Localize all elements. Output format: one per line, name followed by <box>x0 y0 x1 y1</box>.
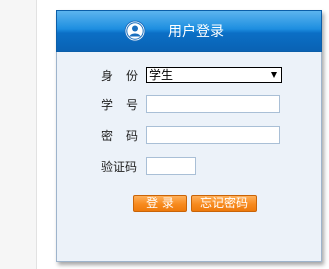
login-panel: 用户登录 身份 学生 学号 密码 验证码 登 录 忘记密码 <box>56 10 322 262</box>
captcha-label: 验证码 <box>101 159 138 174</box>
page: 用户登录 身份 学生 学号 密码 验证码 登 录 忘记密码 <box>0 0 329 269</box>
user-circle-icon <box>124 20 146 42</box>
password-input[interactable] <box>146 126 280 144</box>
chevron-down-icon <box>271 72 277 78</box>
student-id-input[interactable] <box>146 95 280 113</box>
left-sidebar-strip <box>0 0 37 269</box>
identity-label: 身份 <box>101 68 152 83</box>
identity-select[interactable]: 学生 <box>146 67 282 83</box>
login-button[interactable]: 登 录 <box>133 195 187 212</box>
login-title: 用户登录 <box>168 24 224 40</box>
identity-select-value: 学生 <box>149 68 174 82</box>
login-header: 用户登录 <box>56 10 322 52</box>
student-id-label: 学号 <box>101 97 152 112</box>
password-label: 密码 <box>101 128 152 143</box>
captcha-input[interactable] <box>146 157 196 175</box>
forgot-password-button[interactable]: 忘记密码 <box>191 195 257 212</box>
